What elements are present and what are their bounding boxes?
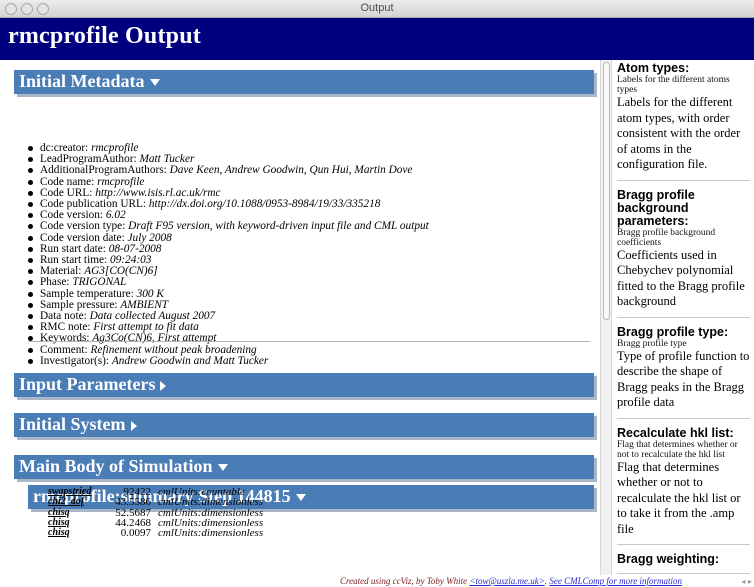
glossary-short: Flag that determines whether or not to r… [617, 439, 738, 460]
author-email-link[interactable]: <tow@uszla.me.uk> [469, 576, 544, 586]
window-titlebar: Output [0, 0, 754, 18]
metadata-key: Code publication URL: [40, 198, 149, 211]
metadata-key: RMC note: [40, 321, 94, 334]
metadata-value: http://www.isis.rl.ac.uk/rmc [95, 186, 221, 199]
metadata-value: 08-07-2008 [108, 242, 162, 255]
metadata-key: Run start date: [40, 242, 109, 255]
section-title: Initial Metadata [19, 71, 145, 91]
glossary-description: Type of profile function to describe the… [617, 348, 750, 410]
triangle-right-icon [130, 420, 137, 431]
metadata-key: Code version: [40, 209, 106, 222]
metadata-key: Sample pressure: [40, 298, 121, 311]
metadata-value: 300 K [136, 287, 164, 300]
glossary-description: Labels for the different atom types, wit… [617, 95, 741, 171]
metadata-key: Code URL: [40, 186, 96, 199]
metadata-value: 09:24:03 [109, 254, 152, 267]
metadata-key: Code version date: [40, 231, 128, 244]
metadata-value: July 2008 [127, 231, 172, 244]
triangle-down-icon [149, 79, 160, 87]
metadata-key: Comment: [40, 343, 91, 356]
metadata-value: 6.02 [105, 209, 126, 222]
glossary-short: Labels for the different atoms types [617, 75, 730, 95]
section-title: Main Body of Simulation [19, 456, 213, 476]
triangle-down-icon [217, 464, 228, 472]
triangle-right-icon [160, 380, 167, 391]
glossary-heading: Atom types: [617, 61, 690, 75]
metadata-key: Code name: [40, 175, 98, 188]
glossary-entry: Atom types: Labels for the different atom… [617, 60, 750, 181]
section-main-body[interactable]: Main Body of Simulation [14, 455, 594, 479]
metadata-list: dc:creator: rmcprofile LeadProgramAuthor:… [28, 142, 429, 367]
metadata-value: http://dx.doi.org/10.1088/0953-8984/19/3… [148, 198, 381, 211]
vertical-scrollbar[interactable] [600, 60, 612, 587]
window-title: Output [360, 2, 394, 14]
glossary-short: Bragg profile background coefficients [617, 227, 716, 248]
section-title: Initial System [19, 414, 126, 434]
footer-credit: Created using ccViz, by Toby White <tow@… [340, 575, 754, 587]
section-input-parameters[interactable]: Input Parameters [14, 373, 594, 397]
metadata-key: Material: [40, 265, 85, 278]
metadata-item: Investigator(s): Andrew Goodwin and Matt… [28, 354, 429, 367]
summary-table: swapstried 92422 cmlUnits:countable chi2_do… [46, 486, 265, 540]
glossary-entry: Bragg profile background parameters: Brag… [617, 181, 750, 318]
metadata-key: dc:creator: [40, 142, 92, 154]
metadata-value: AMBIENT [120, 298, 169, 311]
divider [28, 341, 590, 342]
metadata-value: Matt Tucker [139, 153, 195, 166]
cmlcomp-link[interactable]: See CMLComp for more information [549, 576, 682, 586]
metadata-key: Data note: [40, 310, 90, 323]
metadata-key: Run start time: [40, 254, 110, 267]
glossary-heading: Recalculate hkl list: [617, 425, 734, 440]
glossary-heading: Bragg profile type: [617, 324, 729, 339]
glossary-heading: Bragg weighting: [617, 552, 720, 566]
metadata-value: Ag3Co(CN)6, First attempt [92, 332, 217, 345]
scrollbar-thumb[interactable] [603, 62, 610, 320]
glossary-entry: Bragg profile type: Bragg profile type Typ… [617, 318, 750, 419]
glossary-description: Flag that determines whether or not to r… [617, 459, 741, 536]
table-row: chisq 0.0097 cmlUnits:dimensionless [46, 527, 265, 540]
glossary-short: Bragg profile type [617, 338, 687, 349]
metadata-value: TRIGONAL [72, 276, 127, 289]
metadata-key: AdditionalProgramAuthors: [40, 164, 170, 177]
metadata-value: rmcprofile [91, 142, 139, 154]
section-initial-system[interactable]: Initial System [14, 413, 594, 437]
glossary-heading: Bragg profile background parameters: [617, 187, 695, 228]
summary-unit: cmlUnits:dimensionless [158, 527, 264, 540]
metadata-value: Andrew Goodwin and Matt Tucker [111, 354, 269, 367]
section-title: Input Parameters [19, 374, 156, 394]
summary-key: chisq [48, 527, 70, 539]
glossary-entry: Recalculate hkl list: Flag that determine… [617, 419, 750, 545]
metadata-value: Data collected August 2007 [89, 310, 216, 323]
glossary-sidebar: Atom types: Labels for the different atom… [612, 60, 754, 587]
summary-value: 0.0097 [120, 527, 151, 540]
page-title: rmcprofile Output [8, 23, 201, 49]
metadata-value: Dave Keen, Andrew Goodwin, Qun Hui, Mart… [169, 164, 413, 177]
triangle-down-icon [295, 494, 306, 502]
metadata-key: Code version type: [40, 220, 129, 233]
metadata-value: Draft F95 version, with keyword-driven i… [128, 220, 429, 233]
resize-arrows-icon: ◂ ▸ [741, 577, 752, 586]
metadata-value: Refinement without peak broadening [90, 343, 257, 356]
metadata-value: First attempt to fit data [93, 321, 199, 334]
section-initial-metadata[interactable]: Initial Metadata [14, 70, 594, 94]
metadata-value: rmcprofile [97, 175, 145, 188]
metadata-key: LeadProgramAuthor: [40, 153, 140, 166]
glossary-description: Coefficients used in Chebychev polynomia… [617, 247, 745, 309]
metadata-key: Keywords: [40, 332, 93, 345]
glossary-entry: Bragg weighting: [617, 545, 750, 574]
metadata-key: Phase: [40, 276, 73, 289]
metadata-key: Investigator(s): [40, 354, 112, 367]
metadata-key: Sample temperature: [40, 287, 137, 300]
metadata-value: AG3[CO(CN)6] [84, 265, 158, 278]
